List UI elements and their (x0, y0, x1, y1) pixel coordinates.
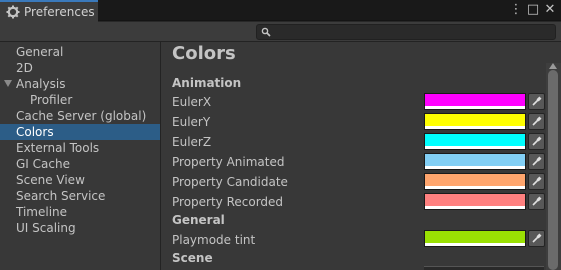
eyedropper-icon (532, 96, 542, 106)
section-header-scene: Scene (172, 251, 213, 265)
expand-arrow-icon[interactable] (4, 80, 12, 87)
color-field-property-candidate[interactable] (424, 173, 526, 190)
window-menu-icon[interactable]: ⋮ (508, 2, 524, 18)
vertical-scrollbar[interactable] (546, 63, 561, 270)
eyedropper-icon (532, 116, 542, 126)
property-label: Property Animated (172, 155, 285, 169)
color-field-property-animated[interactable] (424, 153, 526, 170)
alpha-bar (425, 126, 525, 129)
eyedropper-button[interactable] (528, 133, 545, 150)
property-label: EulerY (172, 115, 211, 129)
maximize-icon[interactable]: □ (525, 2, 541, 18)
eyedropper-button[interactable] (528, 113, 545, 130)
eyedropper-icon (532, 196, 542, 206)
alpha-bar (425, 186, 525, 189)
colors-panel: Colors Animation EulerX EulerY EulerZ Pr… (161, 42, 561, 270)
search-field[interactable] (256, 24, 556, 40)
page-title: Colors (172, 43, 236, 64)
sidebar-item-external-tools[interactable]: External Tools (0, 140, 160, 156)
gear-icon (6, 5, 20, 19)
sidebar-item-profiler[interactable]: Profiler (0, 92, 160, 108)
alpha-bar (425, 166, 525, 169)
sidebar-item-cache-server[interactable]: Cache Server (global) (0, 108, 160, 124)
color-field-property-recorded[interactable] (424, 193, 526, 210)
toolbar (0, 22, 561, 42)
color-swatch (425, 231, 525, 243)
alpha-bar (425, 106, 525, 109)
next-color-field-edge (424, 266, 544, 270)
color-field-eulery[interactable] (424, 113, 526, 130)
sidebar-item-colors[interactable]: Colors (0, 124, 160, 140)
title-bar: Preferences ⋮ □ ✕ (0, 0, 561, 22)
eyedropper-icon (532, 233, 542, 243)
property-label: Playmode tint (172, 233, 256, 247)
eyedropper-icon (532, 156, 542, 166)
color-swatch (425, 194, 525, 206)
section-header-animation: Animation (172, 76, 242, 90)
eyedropper-button[interactable] (528, 193, 545, 210)
color-field-eulerx[interactable] (424, 93, 526, 110)
scrollbar-thumb[interactable] (548, 70, 558, 270)
sidebar-item-search-service[interactable]: Search Service (0, 188, 160, 204)
section-header-general: General (172, 213, 225, 227)
sidebar-item-label: Analysis (16, 77, 66, 91)
sidebar-item-timeline[interactable]: Timeline (0, 204, 160, 220)
color-field-playmode-tint[interactable] (424, 230, 526, 247)
sidebar-item-general[interactable]: General (0, 44, 160, 60)
window-title: Preferences (24, 5, 95, 19)
sidebar-item-ui-scaling[interactable]: UI Scaling (0, 220, 160, 236)
eyedropper-button[interactable] (528, 230, 545, 247)
alpha-bar (425, 206, 525, 209)
scroll-up-arrow-icon[interactable] (549, 63, 557, 69)
color-swatch (425, 154, 525, 166)
color-swatch (425, 114, 525, 126)
property-label: Property Recorded (172, 195, 284, 209)
eyedropper-icon (532, 136, 542, 146)
color-swatch (425, 134, 525, 146)
property-label: EulerZ (172, 135, 212, 149)
property-label: Property Candidate (172, 175, 288, 189)
eyedropper-icon (532, 176, 542, 186)
sidebar-item-analysis[interactable]: Analysis (0, 76, 160, 92)
color-swatch (425, 174, 525, 186)
search-icon (261, 27, 271, 37)
sidebar-item-scene-view[interactable]: Scene View (0, 172, 160, 188)
sidebar-item-2d[interactable]: 2D (0, 60, 160, 76)
property-label: EulerX (172, 95, 212, 109)
preferences-sidebar: General 2D Analysis Profiler Cache Serve… (0, 42, 161, 270)
alpha-bar (425, 243, 525, 246)
alpha-bar (425, 146, 525, 149)
eyedropper-button[interactable] (528, 173, 545, 190)
eyedropper-button[interactable] (528, 153, 545, 170)
color-swatch (425, 94, 525, 106)
eyedropper-button[interactable] (528, 93, 545, 110)
search-input[interactable] (273, 25, 551, 39)
sidebar-item-gi-cache[interactable]: GI Cache (0, 156, 160, 172)
color-field-eulerz[interactable] (424, 133, 526, 150)
preferences-tab[interactable]: Preferences (0, 0, 98, 22)
close-icon[interactable]: ✕ (542, 2, 558, 18)
